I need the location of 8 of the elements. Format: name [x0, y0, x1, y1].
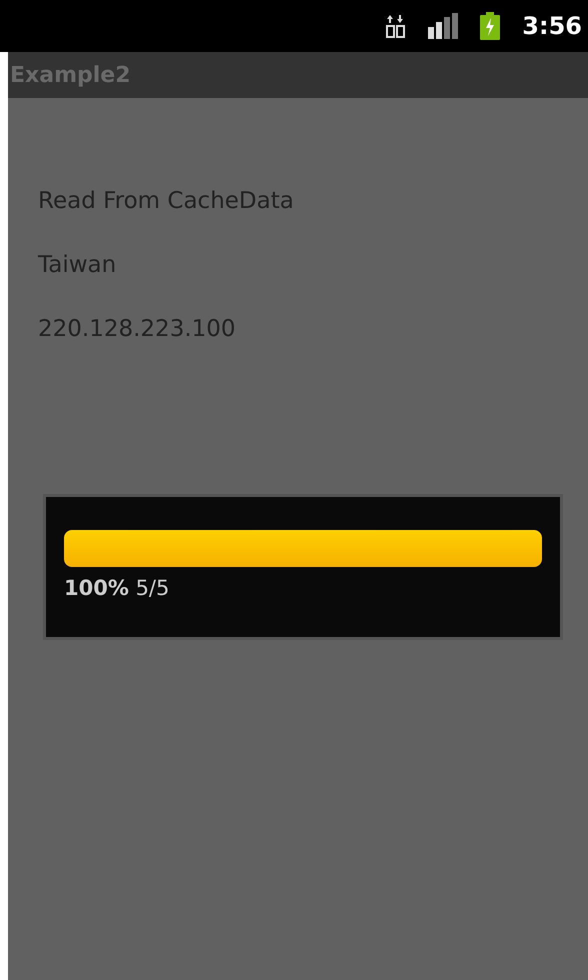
text-line: Taiwan — [38, 251, 118, 280]
text-line: Read From CacheData — [38, 187, 295, 216]
signal-icon — [428, 13, 458, 39]
text-line: 220.128.223.100 — [38, 315, 237, 344]
network-3g-icon — [386, 14, 406, 38]
battery-charging-icon — [480, 12, 500, 40]
progress-caption: 100% 5/5 — [64, 575, 170, 602]
clock-time: 3:56 — [522, 11, 582, 42]
